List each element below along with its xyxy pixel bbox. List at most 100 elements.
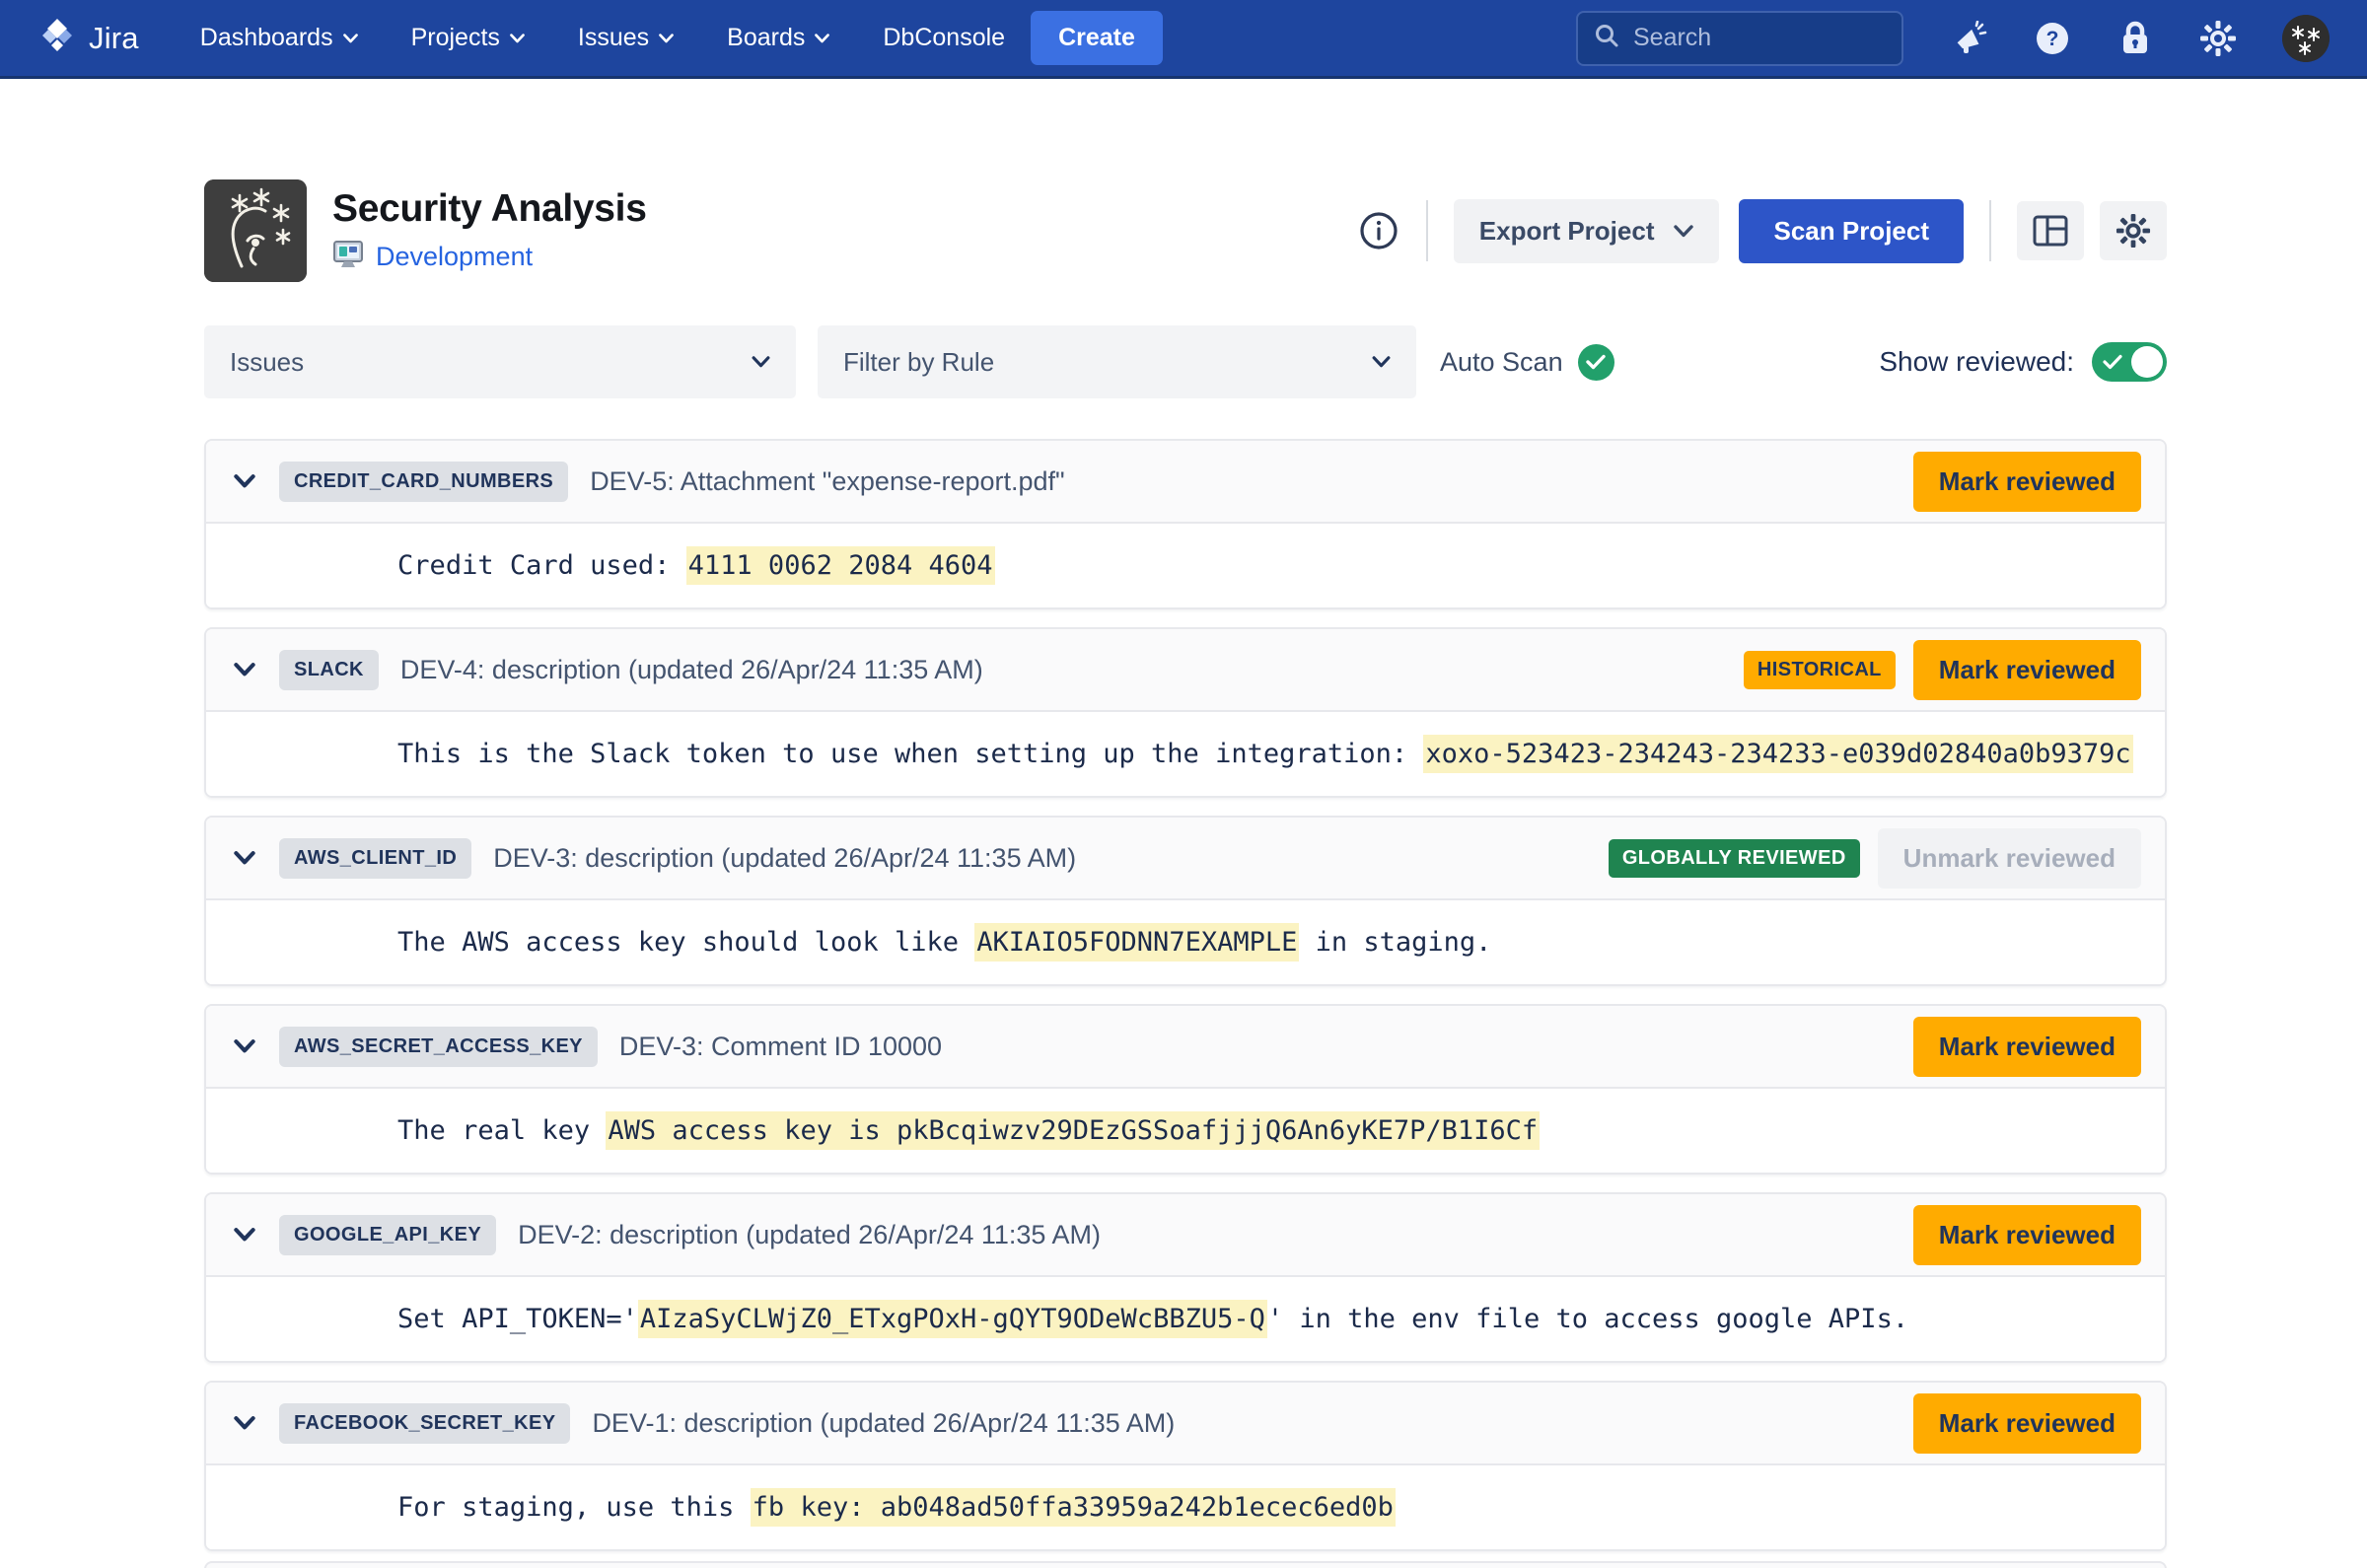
snippet-highlight: 4111 0062 2084 4604	[686, 546, 995, 585]
finding-card-header: FACEBOOK_SECRET_KEY DEV-1: description (…	[206, 1383, 2165, 1465]
nav-item-boards[interactable]: Boards	[727, 24, 829, 52]
main-nav: Dashboards Projects Issues Boards DbConsole	[200, 24, 1005, 52]
rule-badge: GOOGLE_API_KEY	[279, 1215, 496, 1255]
snippet-text: in staging.	[1299, 927, 1491, 958]
navbar-icons: ?	[1951, 15, 2330, 62]
finding-card: AWS_CLIENT_ID DEV-3: description (update…	[204, 816, 2167, 986]
finding-card-header: GOOGLE_API_KEY DEV-2: description (updat…	[206, 1194, 2165, 1277]
collapse-chevron-icon[interactable]	[234, 1228, 255, 1242]
project-link[interactable]: Development	[376, 242, 533, 272]
finding-card-body: For staging, use this fb key: ab048ad50f…	[206, 1465, 2165, 1549]
rule-badge: SLACK	[279, 650, 379, 690]
info-button[interactable]	[1357, 209, 1400, 252]
lock-icon[interactable]	[2116, 20, 2154, 57]
rule-badge: AWS_CLIENT_ID	[279, 838, 471, 879]
settings-icon[interactable]	[2199, 20, 2237, 57]
nav-item-label: Dashboards	[200, 24, 333, 52]
chevron-down-icon	[815, 34, 829, 43]
brand-name: Jira	[89, 21, 139, 56]
create-button[interactable]: Create	[1031, 11, 1163, 65]
nav-item-dbconsole[interactable]: DbConsole	[883, 24, 1005, 52]
nav-item-projects[interactable]: Projects	[411, 24, 525, 52]
review-action-button[interactable]: Unmark reviewed	[1878, 828, 2141, 889]
auto-scan-label: Auto Scan	[1440, 347, 1563, 378]
filters-row: Issues Filter by Rule Auto Scan Show rev…	[204, 325, 2167, 398]
toggle-knob	[2131, 346, 2163, 378]
scan-project-button[interactable]: Scan Project	[1739, 199, 1964, 263]
finding-title: DEV-2: description (updated 26/Apr/24 11…	[518, 1220, 1101, 1250]
chevron-down-icon	[1674, 225, 1693, 238]
review-action-button[interactable]: Mark reviewed	[1913, 1205, 2141, 1265]
snippet-highlight: xoxo-523423-234243-234233-e039d02840a0b9…	[1423, 735, 2132, 773]
title-block: Security Analysis Development	[332, 187, 647, 275]
review-action-button[interactable]: Mark reviewed	[1913, 1017, 2141, 1077]
collapse-chevron-icon[interactable]	[234, 1416, 255, 1430]
finding-card: GOOGLE_API_KEY DEV-2: description (updat…	[204, 1192, 2167, 1363]
show-reviewed-toggle[interactable]	[2092, 342, 2167, 382]
nav-item-label: Projects	[411, 24, 500, 52]
page-title: Security Analysis	[332, 187, 647, 231]
review-action-button[interactable]: Mark reviewed	[1913, 452, 2141, 512]
export-project-label: Export Project	[1479, 216, 1655, 247]
status-badge: HISTORICAL	[1744, 651, 1896, 689]
header-actions: Export Project Scan Project	[1357, 199, 2167, 263]
chevron-down-icon	[343, 34, 358, 43]
snippet-text: The real key	[397, 1115, 606, 1146]
search-box[interactable]	[1576, 11, 1903, 66]
auto-scan-indicator[interactable]: Auto Scan	[1440, 344, 1614, 381]
finding-card-body: The real key AWS access key is pkBcqiwzv…	[206, 1089, 2165, 1173]
nav-item-label: Boards	[727, 24, 805, 52]
rule-filter-select[interactable]: Filter by Rule	[818, 325, 1416, 398]
collapse-chevron-icon[interactable]	[234, 663, 255, 677]
user-avatar[interactable]	[2282, 15, 2330, 62]
project-subtitle: Development	[332, 239, 647, 275]
layout-view-button[interactable]	[2017, 201, 2084, 260]
jira-brand[interactable]: Jira	[37, 16, 139, 60]
next-finding-card-partial	[204, 1561, 2167, 1568]
top-navbar: Jira Dashboards Projects Issues Boards DbCon…	[0, 0, 2367, 79]
snippet-text: ' in the env file to access google APIs.	[1267, 1304, 1908, 1334]
finding-card-header: CREDIT_CARD_NUMBERS DEV-5: Attachment "e…	[206, 441, 2165, 524]
help-icon[interactable]: ?	[2034, 20, 2071, 57]
finding-title: DEV-5: Attachment "expense-report.pdf"	[590, 466, 1064, 497]
finding-snippet: The AWS access key should look like AKIA…	[269, 896, 1491, 986]
finding-snippet: For staging, use this fb key: ab048ad50f…	[269, 1461, 1396, 1551]
collapse-chevron-icon[interactable]	[234, 474, 255, 488]
finding-card-body: Credit Card used: 4111 0062 2084 4604	[206, 524, 2165, 607]
announcement-icon[interactable]	[1951, 20, 1988, 57]
review-action-button[interactable]: Mark reviewed	[1913, 640, 2141, 700]
svg-text:?: ?	[2046, 28, 2059, 50]
collapse-chevron-icon[interactable]	[234, 851, 255, 865]
show-reviewed-control: Show reviewed:	[1879, 342, 2167, 382]
chevron-down-icon	[659, 34, 674, 43]
finding-card-body: The AWS access key should look like AKIA…	[206, 900, 2165, 984]
chevron-down-icon	[752, 356, 770, 368]
project-settings-button[interactable]	[2100, 201, 2167, 260]
rule-filter-placeholder: Filter by Rule	[843, 347, 994, 378]
rule-badge: AWS_SECRET_ACCESS_KEY	[279, 1027, 598, 1067]
nav-item-issues[interactable]: Issues	[578, 24, 674, 52]
finding-snippet: Set API_TOKEN='AIzaSyCLWjZ0_ETxgPOxH-gQY…	[269, 1273, 1908, 1363]
chevron-down-icon	[1372, 356, 1391, 368]
project-avatar	[204, 179, 307, 282]
nav-item-dashboards[interactable]: Dashboards	[200, 24, 358, 52]
rule-badge: CREDIT_CARD_NUMBERS	[279, 462, 568, 502]
collapse-chevron-icon[interactable]	[234, 1039, 255, 1053]
jira-logo-icon	[37, 16, 77, 60]
export-project-button[interactable]: Export Project	[1454, 199, 1720, 263]
divider	[1989, 200, 1991, 261]
review-action-button[interactable]: Mark reviewed	[1913, 1393, 2141, 1454]
issues-filter-select[interactable]: Issues	[204, 325, 796, 398]
finding-card: CREDIT_CARD_NUMBERS DEV-5: Attachment "e…	[204, 439, 2167, 609]
search-input[interactable]	[1633, 24, 1886, 52]
snippet-text: Credit Card used:	[397, 550, 686, 581]
rule-badge: FACEBOOK_SECRET_KEY	[279, 1403, 570, 1444]
snippet-highlight: AKIAIO5FODNN7EXAMPLE	[974, 923, 1299, 962]
finding-title: DEV-3: description (updated 26/Apr/24 11…	[493, 843, 1076, 874]
findings-list: CREDIT_CARD_NUMBERS DEV-5: Attachment "e…	[204, 439, 2167, 1551]
finding-snippet: The real key AWS access key is pkBcqiwzv…	[269, 1085, 1540, 1175]
snippet-highlight: fb key: ab048ad50ffa33959a242b1ecec6ed0b	[751, 1488, 1396, 1527]
monitor-icon	[332, 239, 364, 275]
finding-card: FACEBOOK_SECRET_KEY DEV-1: description (…	[204, 1381, 2167, 1551]
snippet-text: Set API_TOKEN='	[397, 1304, 638, 1334]
